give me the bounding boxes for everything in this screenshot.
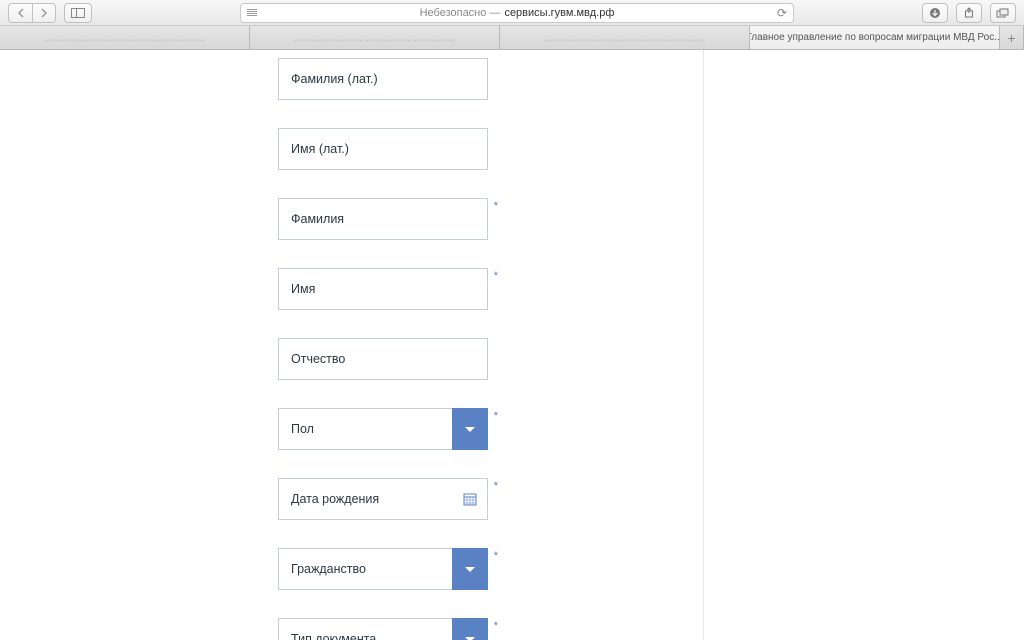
surname-lat-input[interactable] bbox=[278, 58, 488, 100]
doc-type-label: Тип документа bbox=[278, 618, 452, 640]
nav-buttons bbox=[8, 3, 56, 23]
citizenship-row: Гражданство * bbox=[278, 548, 488, 590]
surname-lat-row bbox=[278, 58, 488, 100]
dob-input[interactable]: Дата рождения bbox=[278, 478, 488, 520]
browser-toolbar: Небезопасно — сервисы.гувм.мвд.рф ⟳ bbox=[0, 0, 1024, 26]
sidebar-toggle-button[interactable] bbox=[64, 3, 92, 23]
downloads-button[interactable] bbox=[922, 3, 948, 23]
name-row: * bbox=[278, 268, 488, 310]
tab-bar: ……………………………………………… ……………………………………………… ……… bbox=[0, 26, 1024, 50]
calendar-icon[interactable] bbox=[463, 492, 477, 506]
reader-mode-icon[interactable] bbox=[247, 9, 257, 16]
required-mark: * bbox=[494, 620, 498, 632]
content-divider bbox=[703, 50, 704, 640]
citizenship-select[interactable]: Гражданство bbox=[278, 548, 488, 590]
forward-button[interactable] bbox=[32, 3, 56, 23]
url-bar[interactable]: Небезопасно — сервисы.гувм.мвд.рф ⟳ bbox=[240, 3, 794, 23]
name-lat-input[interactable] bbox=[278, 128, 488, 170]
doc-type-toggle[interactable] bbox=[452, 618, 488, 640]
doc-type-select[interactable]: Тип документа bbox=[278, 618, 488, 640]
tabs-button[interactable] bbox=[990, 3, 1016, 23]
required-mark: * bbox=[494, 410, 498, 422]
new-tab-button[interactable]: + bbox=[1000, 26, 1024, 49]
browser-tab-0[interactable]: ……………………………………………… bbox=[0, 26, 250, 49]
sidebar-icon bbox=[71, 8, 85, 18]
browser-tab-2[interactable]: ……………………………………………… bbox=[500, 26, 750, 49]
toolbar-right-icons bbox=[922, 3, 1016, 23]
browser-tab-1[interactable]: ……………………………………………… bbox=[250, 26, 500, 49]
gender-toggle[interactable] bbox=[452, 408, 488, 450]
migration-form: * * Пол * Дата рождения bbox=[278, 58, 488, 640]
chevron-down-icon bbox=[465, 427, 475, 432]
patronymic-input[interactable] bbox=[278, 338, 488, 380]
gender-row: Пол * bbox=[278, 408, 488, 450]
citizenship-toggle[interactable] bbox=[452, 548, 488, 590]
refresh-icon[interactable]: ⟳ bbox=[777, 6, 787, 20]
chevron-down-icon bbox=[465, 567, 475, 572]
gender-select[interactable]: Пол bbox=[278, 408, 488, 450]
required-mark: * bbox=[494, 550, 498, 562]
dob-row: Дата рождения * bbox=[278, 478, 488, 520]
name-lat-row bbox=[278, 128, 488, 170]
url-host: сервисы.гувм.мвд.рф bbox=[504, 7, 614, 19]
citizenship-label: Гражданство bbox=[278, 548, 452, 590]
page-content: * * Пол * Дата рождения bbox=[0, 50, 1024, 640]
browser-tab-3-active[interactable]: Главное управление по вопросам миграции … bbox=[750, 26, 1000, 49]
name-input[interactable] bbox=[278, 268, 488, 310]
required-mark: * bbox=[494, 270, 498, 282]
dob-label: Дата рождения bbox=[291, 492, 379, 506]
patronymic-row bbox=[278, 338, 488, 380]
gender-label: Пол bbox=[278, 408, 452, 450]
doc-type-row: Тип документа * bbox=[278, 618, 488, 640]
chevron-down-icon bbox=[465, 637, 475, 640]
url-security-label: Небезопасно — bbox=[420, 7, 501, 19]
back-button[interactable] bbox=[8, 3, 32, 23]
surname-input[interactable] bbox=[278, 198, 488, 240]
share-button[interactable] bbox=[956, 3, 982, 23]
required-mark: * bbox=[494, 200, 498, 212]
required-mark: * bbox=[494, 480, 498, 492]
surname-row: * bbox=[278, 198, 488, 240]
